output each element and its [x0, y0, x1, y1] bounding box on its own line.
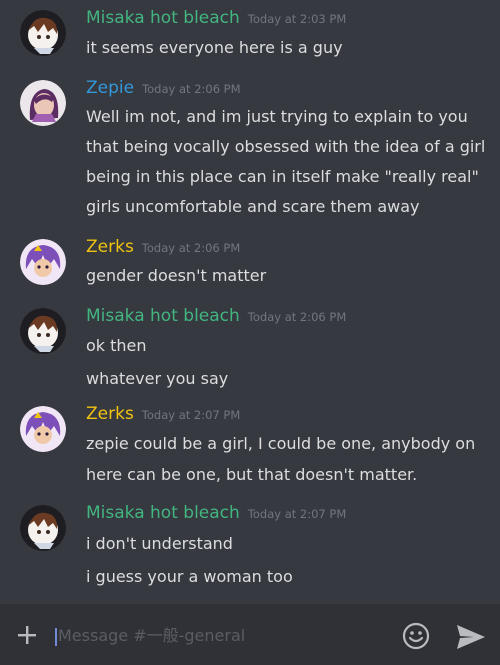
message-text: ok then: [86, 336, 147, 355]
message-text: that being vocally obsessed with the ide…: [86, 137, 486, 156]
message-text: i don't understand: [86, 534, 233, 553]
author-name[interactable]: Zerks Today at 2:07 PM: [86, 403, 240, 426]
message-text: whatever you say: [86, 369, 229, 388]
avatar-zepie[interactable]: [20, 80, 66, 126]
author-label[interactable]: Zepie: [86, 78, 134, 98]
avatar-misaka[interactable]: [20, 10, 66, 56]
message-text: zepie could be a girl, I could be one, a…: [86, 434, 476, 453]
timestamp: Today at 2:07 PM: [247, 507, 347, 521]
author-name[interactable]: Zerks Today at 2:06 PM: [86, 236, 240, 259]
message-text: gender doesn't matter: [86, 266, 267, 285]
message-composer: Message #一般-general: [0, 604, 500, 665]
plus-icon[interactable]: [16, 624, 38, 646]
message-text: here can be one, but that doesn't matter…: [86, 465, 418, 484]
author-label[interactable]: Misaka hot bleach: [86, 306, 240, 326]
author-name[interactable]: Misaka hot bleach Today at 2:07 PM: [86, 502, 346, 525]
author-label[interactable]: Misaka hot bleach: [86, 503, 240, 523]
message-text: girls uncomfortable and scare them away: [86, 197, 420, 216]
avatar-misaka[interactable]: [20, 505, 66, 551]
timestamp: Today at 2:06 PM: [247, 310, 347, 324]
timestamp: Today at 2:06 PM: [142, 82, 241, 96]
message-text: Well im not, and im just trying to expla…: [86, 107, 468, 126]
author-name[interactable]: Misaka hot bleach Today at 2:03 PM: [86, 7, 346, 30]
message-input[interactable]: Message #一般-general: [58, 624, 245, 648]
timestamp: Today at 2:07 PM: [141, 408, 241, 422]
avatar-zerks[interactable]: [20, 239, 66, 285]
send-icon[interactable]: [456, 624, 486, 650]
author-label[interactable]: Zerks: [86, 404, 134, 424]
message-text: being in this place can in itself make "…: [86, 167, 479, 186]
timestamp: Today at 2:03 PM: [247, 12, 347, 26]
text-caret: [55, 628, 57, 646]
author-label[interactable]: Misaka hot bleach: [86, 8, 240, 28]
author-name[interactable]: Misaka hot bleach Today at 2:06 PM: [86, 305, 346, 328]
timestamp: Today at 2:06 PM: [141, 241, 241, 255]
avatar-misaka[interactable]: [20, 308, 66, 354]
message-text: i guess your a woman too: [86, 567, 293, 586]
author-name[interactable]: Zepie Today at 2:06 PM: [86, 77, 241, 100]
message-text: it seems everyone here is a guy: [86, 38, 343, 57]
avatar-zerks[interactable]: [20, 406, 66, 452]
author-label[interactable]: Zerks: [86, 237, 134, 257]
smiley-icon[interactable]: [402, 622, 430, 650]
